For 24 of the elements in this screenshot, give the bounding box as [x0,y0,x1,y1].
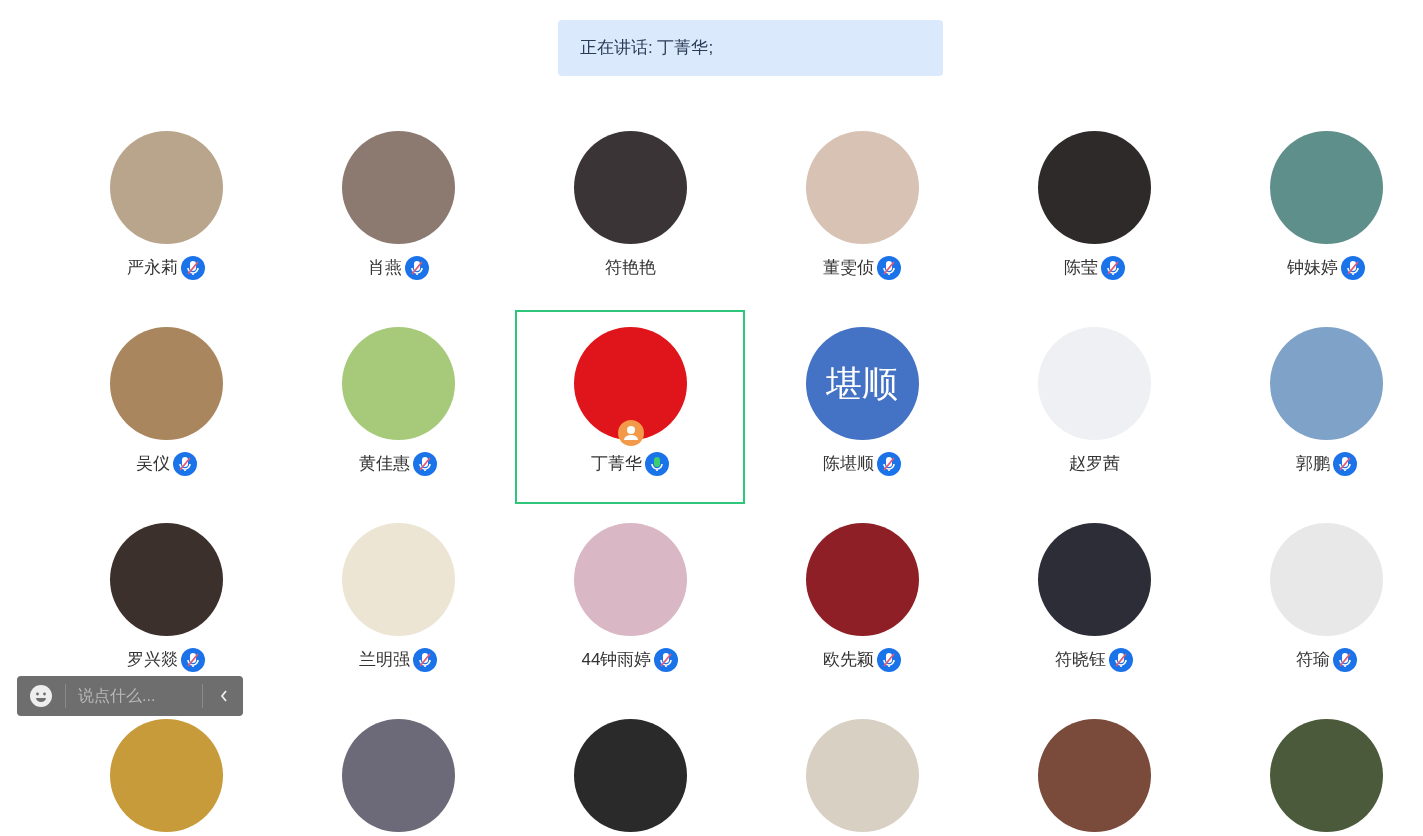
participant-name: 肖燕 [367,257,402,279]
participant-name: 44钟雨婷 [581,649,652,671]
participant-name: 罗兴燚 [127,649,178,671]
participant-name: 符晓钰 [1055,649,1106,671]
participant-name: 兰明强 [359,649,410,671]
participant-name: 陈堪顺 [823,453,874,475]
participant-name: 郭鹏 [1295,453,1330,475]
participant-name: 董雯侦 [823,257,874,279]
speaking-banner: 正在讲话: 丁菁华; [558,20,943,76]
chevron-left-icon[interactable] [219,689,229,703]
participant-name: 陈莹 [1063,257,1098,279]
chat-bar[interactable]: 说点什么... [17,676,243,716]
participant-name: 黄佳惠 [359,453,410,475]
participant-name: 吴仪 [135,453,170,475]
smiley-icon[interactable] [29,684,53,708]
chat-input-field[interactable]: 说点什么... [78,684,196,708]
participant-name: 钟妹婷 [1287,257,1338,279]
participant-name: 丁菁华 [591,453,642,475]
participant-name: 严永莉 [127,257,178,279]
participant-name: 符瑜 [1295,649,1330,671]
participant-name: 赵罗茜 [1068,453,1120,475]
participant-name: 欧先颖 [823,649,874,671]
participant-name: 符艳艳 [604,257,656,279]
avatar: 堪顺 [805,327,919,440]
